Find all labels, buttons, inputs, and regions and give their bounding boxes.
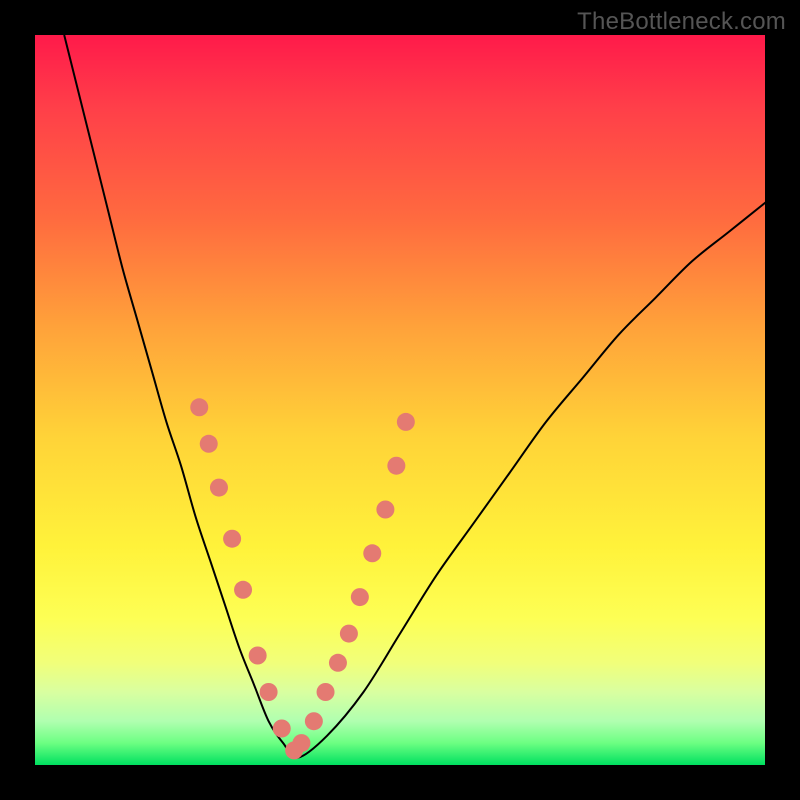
data-point xyxy=(329,654,347,672)
data-point xyxy=(363,544,381,562)
bottleneck-curve xyxy=(64,35,768,758)
data-point xyxy=(260,683,278,701)
plot-area xyxy=(35,35,765,765)
data-point xyxy=(387,457,405,475)
data-point xyxy=(223,530,241,548)
data-point xyxy=(200,435,218,453)
data-point xyxy=(292,734,310,752)
data-point xyxy=(273,720,291,738)
data-point xyxy=(351,588,369,606)
data-point xyxy=(305,712,323,730)
data-points-overlay xyxy=(190,398,415,759)
chart-frame: TheBottleneck.com xyxy=(0,0,800,800)
chart-svg xyxy=(35,35,765,765)
data-point xyxy=(234,581,252,599)
data-point xyxy=(340,625,358,643)
data-point xyxy=(397,413,415,431)
data-point xyxy=(190,398,208,416)
watermark-text: TheBottleneck.com xyxy=(577,8,786,36)
data-point xyxy=(210,479,228,497)
data-point xyxy=(249,647,267,665)
data-point xyxy=(317,683,335,701)
data-point xyxy=(376,501,394,519)
